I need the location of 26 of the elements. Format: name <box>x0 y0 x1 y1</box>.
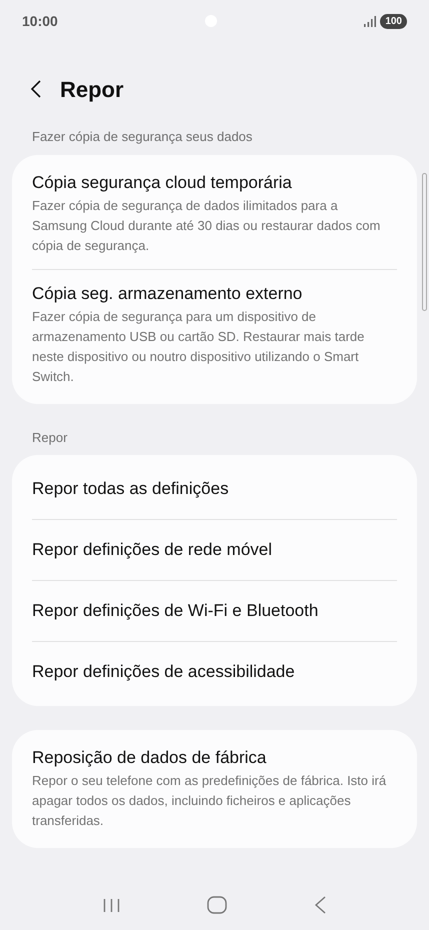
signal-icon <box>364 16 376 26</box>
settings-item[interactable]: Cópia seg. armazenamento externo Fazer cópia de segurança para um dispositivo de armazenamento USB ou cartão SD. Restaurar mais tarde neste dispositivo ou noutro dispositivo utilizando o Smart Switch. <box>32 270 397 400</box>
section-header: Repor <box>31 428 68 447</box>
settings-item[interactable]: Repor definições de rede móvel <box>32 520 397 580</box>
item-title: Repor definições de Wi-Fi e Bluetooth <box>32 600 320 622</box>
settings-item[interactable]: Reposição de dados de fábrica Repor o seu telefone com as predefinições de fábrica. Isto irá apagar todos os dados, incluindo ficheiros e aplicações transferidas. <box>32 734 397 844</box>
settings-item[interactable]: Repor definições de acessibilidade <box>32 642 397 702</box>
battery-indicator: 100 <box>380 14 407 28</box>
item-description: Fazer cópia de segurança para um dispositivo de armazenamento USB ou cartão SD. Restaurar mais tarde neste dispositivo ou noutro dispositivo utilizando o Smart Switch. <box>32 308 366 386</box>
recent-apps-icon[interactable] <box>103 898 120 912</box>
settings-item[interactable]: Cópia segurança cloud temporária Fazer cópia de segurança de dados ilimitados para a Samsung Cloud durante até 30 dias ou restaurar dados com cópia de segurança. <box>32 158 397 268</box>
item-title: Repor definições de rede móvel <box>32 539 274 561</box>
page-title: Repor <box>60 76 124 104</box>
settings-item[interactable]: Repor definições de Wi-Fi e Bluetooth <box>32 581 397 641</box>
item-title: Repor todas as definições <box>32 478 230 500</box>
home-icon[interactable] <box>206 896 227 914</box>
item-title: Reposição de dados de fábrica <box>32 747 268 769</box>
item-description: Repor o seu telefone com as predefinições de fábrica. Isto irá apagar todos os dados, incluindo ficheiros e aplicações transferidas. <box>32 772 388 830</box>
back-icon[interactable] <box>30 79 42 99</box>
item-description: Fazer cópia de segurança de dados ilimitados para a Samsung Cloud durante até 30 dias ou restaurar dados com cópia de segurança. <box>32 196 382 255</box>
item-title: Cópia segurança cloud temporária <box>32 172 293 194</box>
settings-item[interactable]: Repor todas as definições <box>32 459 397 519</box>
section-header: Fazer cópia de segurança seus dados <box>31 128 254 146</box>
item-title: Cópia seg. armazenamento externo <box>32 282 304 304</box>
status-time: 10:00 <box>22 12 58 30</box>
item-title: Repor definições de acessibilidade <box>32 661 296 683</box>
